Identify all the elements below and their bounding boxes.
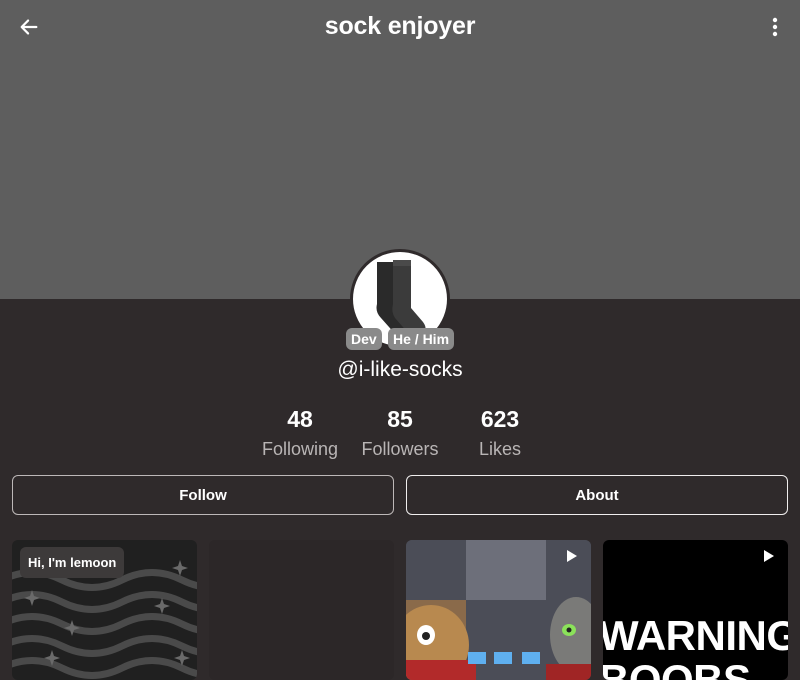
play-icon (567, 550, 577, 562)
stat-value: 623 (480, 406, 520, 432)
video-overlay-text: WARNING BOOBS (603, 612, 788, 680)
page-title: sock enjoyer (324, 12, 476, 40)
stat-label: Following (261, 439, 339, 459)
stat-followers[interactable]: 85 Followers (350, 406, 450, 460)
stat-value: 48 (287, 406, 313, 432)
post-tile-empty (209, 540, 394, 680)
video-thumbnail (406, 540, 591, 680)
post-tile-video[interactable] (406, 540, 591, 680)
more-vertical-icon (772, 17, 778, 37)
top-bar: sock enjoyer (0, 0, 800, 56)
stat-label: Likes (478, 439, 522, 459)
follow-button[interactable]: Follow (12, 475, 394, 515)
post-caption: Hi, I'm lemoon (20, 547, 125, 578)
post-tile[interactable]: Hi, I'm lemoon (12, 540, 197, 680)
stat-value: 85 (387, 406, 413, 432)
more-options-button[interactable] (762, 12, 788, 42)
about-button[interactable]: About (406, 475, 788, 515)
post-tile-video[interactable]: WARNING BOOBS (603, 540, 788, 680)
play-icon (764, 550, 774, 562)
stat-label: Followers (361, 439, 439, 459)
profile-handle: @i-like-socks (337, 358, 463, 381)
role-badge: Dev (346, 328, 382, 350)
pronoun-badge: He / Him (388, 328, 455, 350)
stat-following[interactable]: 48 Following (250, 406, 350, 460)
stat-likes: 623 Likes (450, 406, 550, 460)
